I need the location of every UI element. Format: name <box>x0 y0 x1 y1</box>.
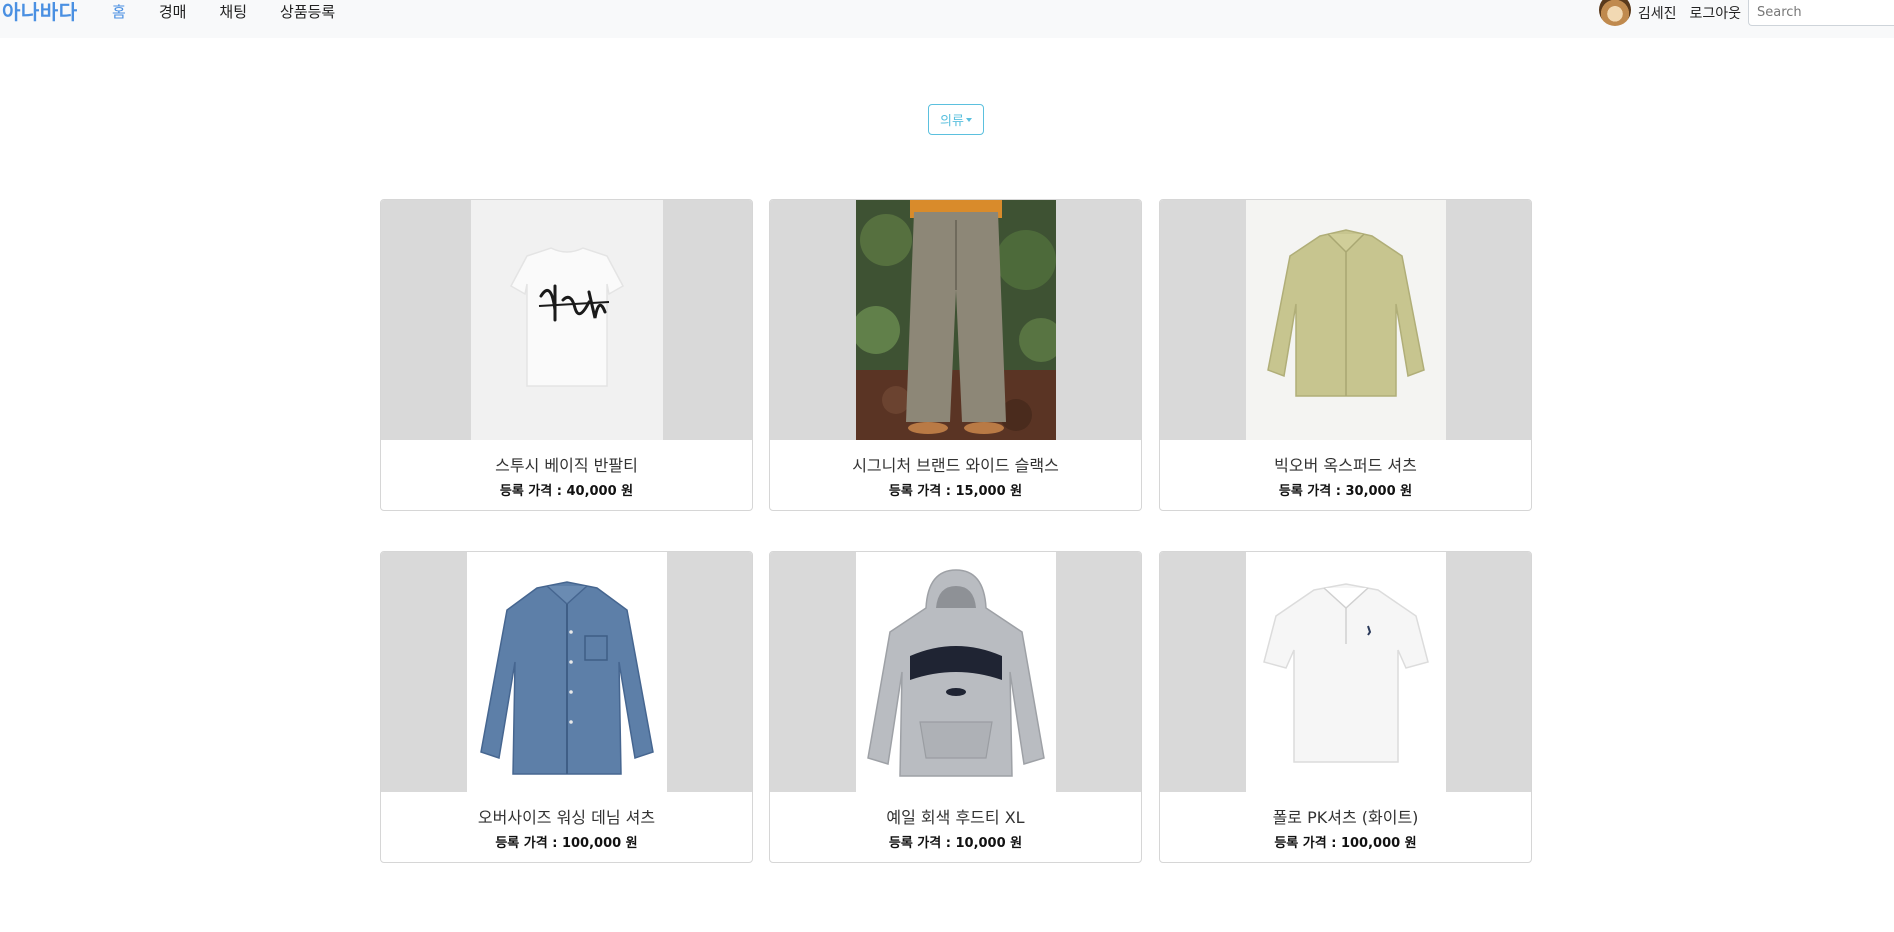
product-title: 오버사이즈 워싱 데님 셔츠 <box>477 808 656 827</box>
nav-home[interactable]: 홈 <box>112 0 126 24</box>
product-card[interactable]: 스투시 베이직 반팔티 등록 가격 : 40,000 원 <box>380 199 753 511</box>
search-input[interactable] <box>1748 0 1894 26</box>
product-price: 등록 가격 : 10,000 원 <box>888 836 1023 851</box>
product-title: 폴로 PK셔츠 (화이트) <box>1272 808 1419 827</box>
product-price: 등록 가격 : 100,000 원 <box>1274 836 1417 851</box>
product-card[interactable]: 폴로 PK셔츠 (화이트) 등록 가격 : 100,000 원 <box>1159 551 1532 863</box>
product-title: 빅오버 옥스퍼드 셔츠 <box>1274 456 1417 475</box>
product-image-frame <box>1160 552 1531 792</box>
logout-link[interactable]: 로그아웃 <box>1689 3 1741 23</box>
product-price: 등록 가격 : 30,000 원 <box>1278 484 1413 499</box>
category-dropdown-label: 의류 <box>940 114 964 129</box>
nav-links: 홈 경매 채팅 상품등록 <box>100 0 368 24</box>
product-title: 시그니처 브랜드 와이드 슬랙스 <box>852 456 1059 475</box>
product-image-frame <box>381 552 752 792</box>
brand-logo[interactable]: 아나바다 <box>2 0 78 24</box>
product-image-frame <box>770 552 1141 792</box>
nav-chat[interactable]: 채팅 <box>219 0 247 24</box>
white-graphic-tshirt-image <box>470 200 663 440</box>
product-title: 스투시 베이직 반팔티 <box>495 456 638 475</box>
nav-register-product[interactable]: 상품등록 <box>280 0 335 24</box>
wide-slacks-model-image <box>855 200 1056 440</box>
top-navbar: 아나바다 홈 경매 채팅 상품등록 김세진 로그아웃 <box>0 0 1894 38</box>
avatar[interactable] <box>1598 0 1631 26</box>
product-image-frame <box>381 200 752 440</box>
olive-oxford-shirt-image <box>1245 200 1446 440</box>
white-polo-shirt-image <box>1245 552 1446 792</box>
product-title: 예일 회색 후드티 XL <box>886 808 1025 827</box>
product-price: 등록 가격 : 15,000 원 <box>888 484 1023 499</box>
product-card[interactable]: 시그니처 브랜드 와이드 슬랙스 등록 가격 : 15,000 원 <box>769 199 1142 511</box>
nav-auction[interactable]: 경매 <box>159 0 187 24</box>
product-image-frame <box>1160 200 1531 440</box>
product-price: 등록 가격 : 100,000 원 <box>495 836 638 851</box>
product-card[interactable]: 예일 회색 후드티 XL 등록 가격 : 10,000 원 <box>769 551 1142 863</box>
category-dropdown[interactable]: 의류 <box>928 104 984 135</box>
product-price: 등록 가격 : 40,000 원 <box>499 484 634 499</box>
chevron-down-icon <box>965 117 972 122</box>
user-name[interactable]: 김세진 <box>1638 3 1677 23</box>
denim-shirt-image <box>466 552 667 792</box>
product-card[interactable]: 빅오버 옥스퍼드 셔츠 등록 가격 : 30,000 원 <box>1159 199 1532 511</box>
product-image-frame <box>770 200 1141 440</box>
grey-yale-hoodie-image <box>855 552 1056 792</box>
product-card[interactable]: 오버사이즈 워싱 데님 셔츠 등록 가격 : 100,000 원 <box>380 551 753 863</box>
user-area: 김세진 로그아웃 <box>1598 0 1894 26</box>
